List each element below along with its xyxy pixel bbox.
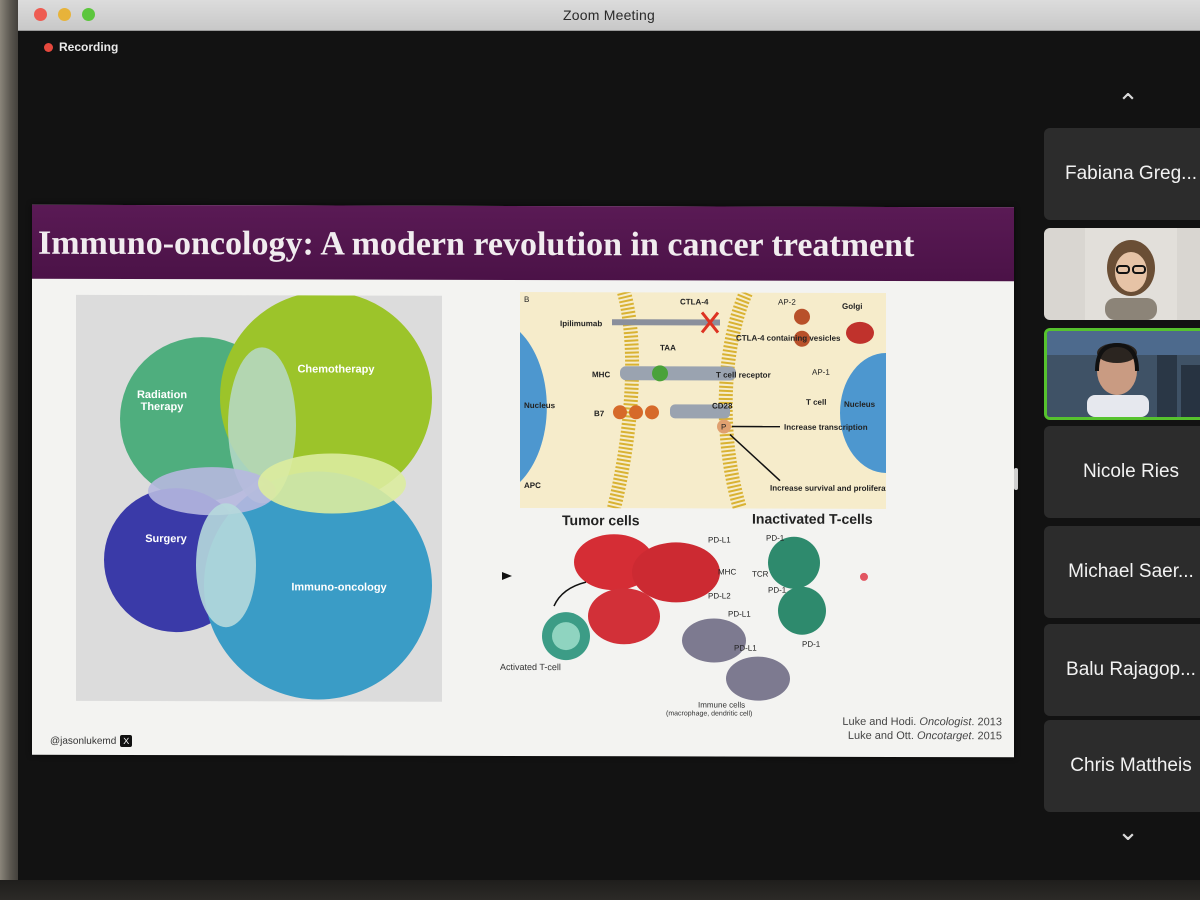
pd-l2-label: PD-L2 <box>708 591 731 600</box>
mhc-bottom-label: MHC <box>718 568 736 577</box>
tumor-cell-2 <box>632 542 720 603</box>
activation-arrow <box>553 581 587 607</box>
participant-name: Michael Saer... <box>1068 561 1194 582</box>
venn-label-immuno: Immuno-oncology <box>291 581 387 594</box>
participant-video-tile-2[interactable] <box>1044 228 1200 320</box>
venn-label-radiation: Radiation Therapy <box>136 388 188 414</box>
participant-name: Fabiana Greg... <box>1064 163 1198 184</box>
slide-citations: Luke and Hodi. Oncologist. 2013 Luke and… <box>842 715 1002 743</box>
tcr-bottom-label: TCR <box>752 570 769 579</box>
scroll-down-chevron-icon[interactable]: ⌄ <box>1108 818 1148 844</box>
increase-transcription-label: Increase transcription <box>784 423 868 432</box>
ctla4-vesicles-label: CTLA-4 containing vesicles <box>736 334 841 343</box>
participant-tile-1[interactable]: Fabiana Greg... <box>1044 128 1200 220</box>
record-dot-icon <box>44 42 53 52</box>
panel-resize-handle[interactable] <box>1014 468 1018 490</box>
participant-name: Balu Rajagop... <box>1066 659 1196 680</box>
participant-tile-7[interactable]: Chris Mattheis <box>1044 720 1200 812</box>
participant-video-man <box>1047 331 1200 417</box>
immune-cell-1 <box>682 618 746 663</box>
tcell-label: T cell <box>806 398 826 407</box>
citation-1: Luke and Hodi. Oncologist. 2013 <box>842 715 1002 729</box>
zoom-window: Zoom Meeting Recording Immuno-oncology: … <box>18 0 1200 882</box>
increase-survival-label: Increase survival and proliferation <box>770 484 886 493</box>
nucleus-left-label: Nucleus <box>524 401 556 410</box>
tumor-cell-3 <box>588 588 660 645</box>
citation-2: Luke and Ott. Oncotarget. 2015 <box>847 729 1002 743</box>
ipilimumab-label: Ipilimumab <box>560 319 602 328</box>
participant-video-woman <box>1085 228 1177 320</box>
ctla4-label: CTLA-4 <box>680 297 709 306</box>
b7-ligand-2 <box>629 405 643 420</box>
handle-text: @jasonlukemd <box>50 735 117 747</box>
pd1-mechanism-diagram: PD-L1 PD-1 MHC TCR PD-L2 PD-1 PD-L1 PD-L… <box>502 534 826 701</box>
recording-indicator[interactable]: Recording <box>44 40 118 54</box>
venn-overlap-chemo-immuno <box>258 453 406 514</box>
shoulders-shape <box>1105 298 1157 320</box>
ap1-label: AP-1 <box>812 368 830 377</box>
golgi-label: Golgi <box>842 302 862 311</box>
venn-label-chemotherapy: Chemotherapy <box>297 363 375 376</box>
monitor-bottom-edge <box>0 880 1200 900</box>
pd-1-label-c: PD-1 <box>802 640 821 649</box>
participant-name: Nicole Ries <box>1082 461 1180 482</box>
participant-tile-4[interactable]: Nicole Ries <box>1044 426 1200 518</box>
cd28-label: CD28 <box>712 401 733 410</box>
inactivated-tcells-caption: Inactivated T-cells <box>752 510 873 527</box>
venn-diagram: Radiation Therapy Chemotherapy Surgery I… <box>76 291 442 702</box>
recording-label: Recording <box>59 40 119 54</box>
pointer-arrow-icon <box>502 571 512 580</box>
laser-pointer-dot <box>860 572 868 581</box>
ap2-label: AP-2 <box>778 298 796 307</box>
nucleus-right-label: Nucleus <box>844 400 876 409</box>
b7-label: B7 <box>594 409 605 418</box>
activated-tcell-label: Activated T-cell <box>500 661 561 673</box>
b7-ligand-1 <box>613 405 627 420</box>
shirt-shape <box>1087 395 1149 417</box>
golgi-icon <box>846 321 874 344</box>
taa-label: TAA <box>660 343 676 352</box>
title-bar: Zoom Meeting <box>18 0 1200 31</box>
participant-tile-5[interactable]: Michael Saer... <box>1044 526 1200 618</box>
b7-ligand-3 <box>645 405 659 420</box>
pd-1-label-b: PD-1 <box>768 586 787 595</box>
p-label: P <box>721 423 726 432</box>
x-logo-icon: X <box>120 734 133 747</box>
pd-1-label-a: PD-1 <box>766 534 785 543</box>
participant-video-tile-active-speaker[interactable] <box>1044 328 1200 420</box>
pd-l1-label-c: PD-L1 <box>734 644 757 653</box>
tcr-label: T cell receptor <box>716 371 771 380</box>
tumor-cells-caption: Tumor cells <box>562 512 640 529</box>
window-title: Zoom Meeting <box>563 7 655 23</box>
inactivated-tcell-1 <box>768 536 820 589</box>
taa-antigen <box>652 365 668 382</box>
twitter-handle: @jasonlukemd X <box>50 734 133 747</box>
activated-tcell-nucleus <box>552 622 580 651</box>
pd-l1-label-b: PD-L1 <box>728 610 751 619</box>
venn-svg <box>104 291 432 700</box>
mhc-label: MHC <box>592 370 610 379</box>
apc-label: APC <box>524 481 541 490</box>
slide-header: Immuno-oncology: A modern revolution in … <box>32 204 1014 282</box>
immune-cell-2 <box>726 656 790 701</box>
immune-cells-label: Immune cells <box>698 700 746 710</box>
venn-label-surgery: Surgery <box>145 533 187 546</box>
venn-overlap-surgery-immuno <box>196 503 256 628</box>
ctla4-mechanism-diagram: B Ipilimumab CTLA-4 TAA CTLA-4 containin… <box>520 291 886 509</box>
participant-tile-6[interactable]: Balu Rajagop... <box>1044 624 1200 716</box>
slide-title: Immuno-oncology: A modern revolution in … <box>38 224 915 265</box>
panel-letter: B <box>524 295 529 304</box>
vesicle-1 <box>794 308 810 325</box>
venn-overlap-rad-surgery <box>148 467 276 516</box>
pd-l1-label-a: PD-L1 <box>708 535 731 544</box>
scroll-up-chevron-icon[interactable]: ⌃ <box>1108 90 1148 116</box>
participant-name: Chris Mattheis <box>1070 755 1192 776</box>
shared-slide: Immuno-oncology: A modern revolution in … <box>32 204 1014 758</box>
immune-cells-sublabel: (macrophage, dendritic cell) <box>666 710 753 718</box>
